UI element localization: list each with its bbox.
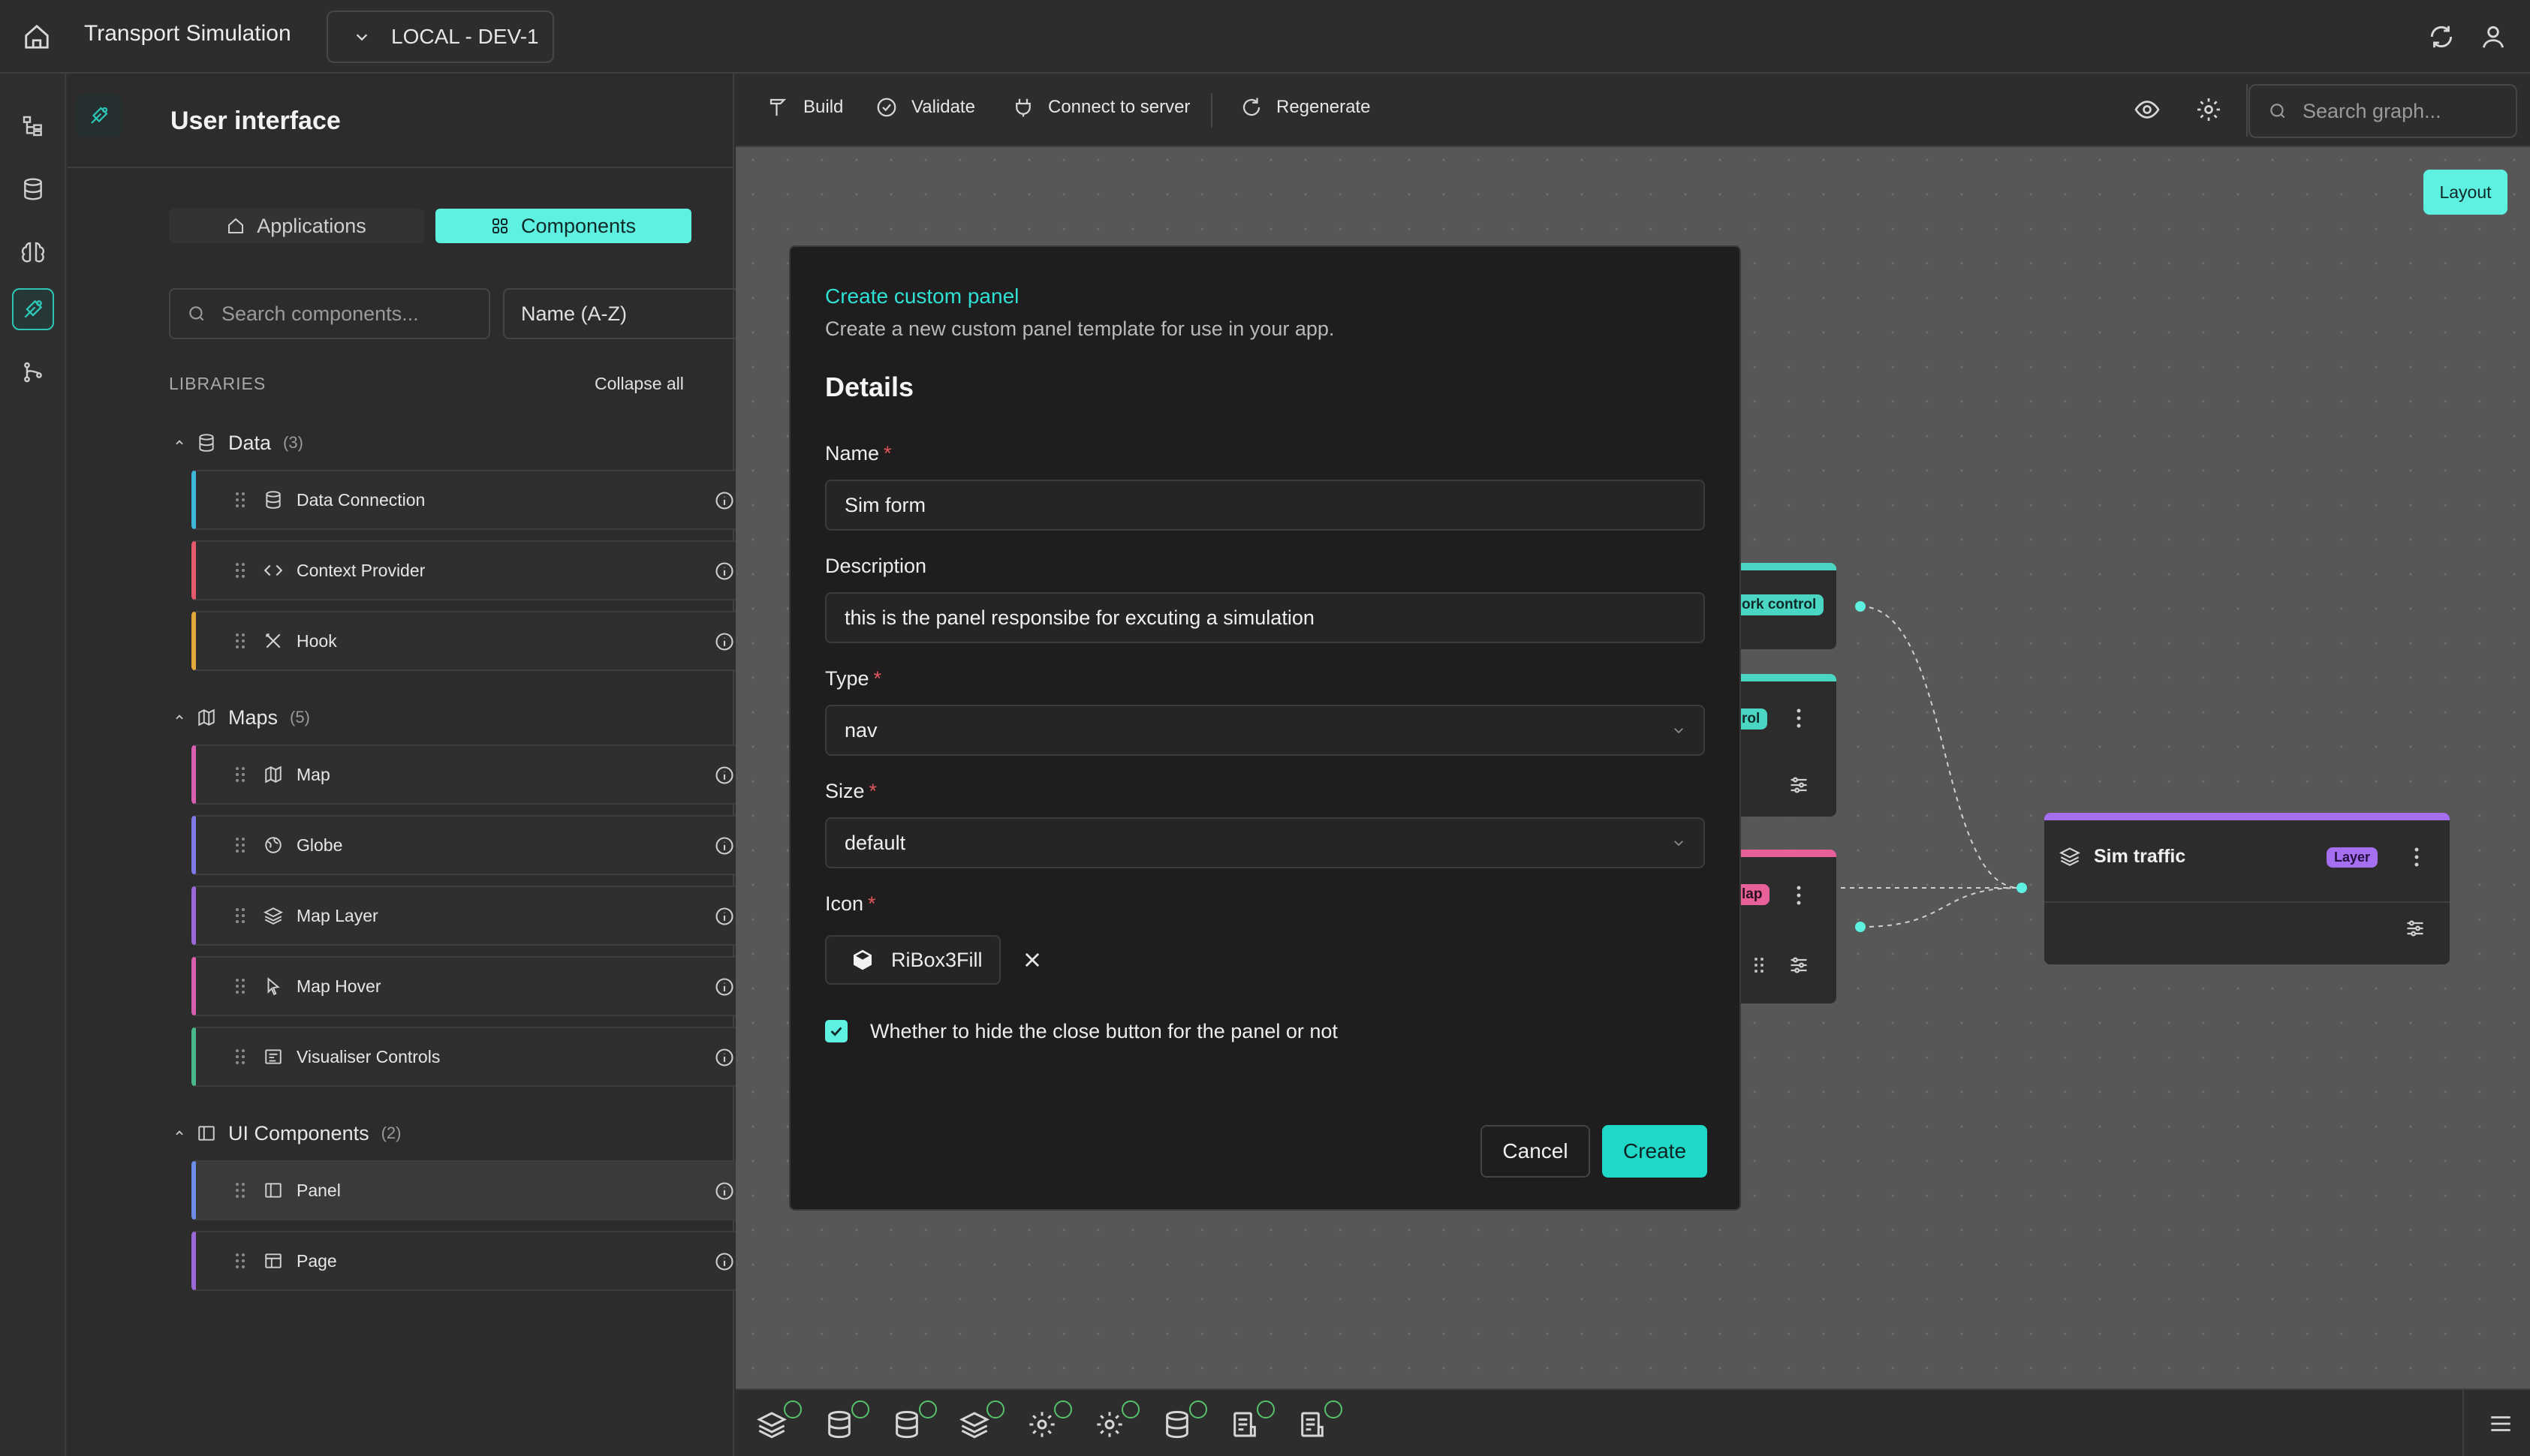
toolbar-divider	[2462, 1390, 2464, 1456]
box-3d-icon	[851, 948, 875, 972]
type-select[interactable]: nav	[825, 705, 1705, 756]
required-mark: *	[884, 442, 892, 465]
database-icon[interactable]	[892, 1400, 937, 1439]
hide-close-label: Whether to hide the close button for the…	[870, 1020, 1338, 1042]
graph-search-placeholder: Search graph...	[2303, 99, 2441, 122]
validate-button[interactable]: Validate	[875, 96, 975, 119]
search-icon	[2268, 101, 2288, 121]
layout-button[interactable]: Layout	[2423, 170, 2507, 215]
eye-icon[interactable]	[2134, 96, 2161, 123]
icon-picker-button[interactable]: RiBox3Fill	[825, 935, 1001, 985]
type-select-value: nav	[845, 718, 878, 742]
graph-search-input[interactable]: Search graph...	[2248, 84, 2517, 138]
check-badge-icon	[919, 1400, 937, 1418]
connect-button[interactable]: Connect to server	[1012, 96, 1190, 119]
icon-label-text: Icon	[825, 892, 864, 915]
bottom-toolbar	[736, 1388, 2530, 1456]
description-field-value: this is the panel responsibe for excutin…	[845, 606, 1315, 629]
create-panel-dialog: Create custom panel Create a new custom …	[789, 245, 1741, 1211]
close-icon[interactable]	[1022, 949, 1043, 970]
gear-icon[interactable]	[1027, 1400, 1072, 1439]
check-circle-icon	[875, 96, 898, 119]
check-badge-icon	[851, 1400, 869, 1418]
validate-label: Validate	[911, 97, 975, 117]
build-button[interactable]: Build	[767, 96, 843, 119]
node-tag: ork control	[1734, 594, 1824, 615]
regenerate-button[interactable]: Regenerate	[1240, 96, 1370, 119]
refresh-icon	[1240, 96, 1263, 119]
gear-icon[interactable]	[2195, 96, 2222, 123]
chevron-down-icon	[1672, 723, 1685, 737]
check-badge-icon	[784, 1400, 802, 1418]
layers-icon	[2059, 846, 2080, 867]
dialog-subtitle: Create a new custom panel template for u…	[825, 317, 1335, 340]
check-badge-icon	[986, 1400, 1004, 1418]
type-label-text: Type	[825, 667, 869, 690]
menu-icon[interactable]	[2488, 1411, 2513, 1436]
document-list-icon[interactable]	[1297, 1400, 1342, 1439]
type-label: Type *	[825, 667, 881, 690]
plug-icon	[1012, 96, 1035, 119]
dialog-title: Create custom panel	[825, 284, 1020, 308]
size-select[interactable]: default	[825, 817, 1705, 868]
check-badge-icon	[1122, 1400, 1140, 1418]
check-badge-icon	[1054, 1400, 1072, 1418]
cancel-button[interactable]: Cancel	[1480, 1125, 1590, 1178]
size-label: Size *	[825, 780, 877, 803]
size-label-text: Size	[825, 780, 865, 802]
chevron-down-icon	[1672, 836, 1685, 850]
icon-picker-value: RiBox3Fill	[891, 948, 983, 971]
name-field[interactable]: Sim form	[825, 480, 1705, 531]
required-mark: *	[869, 780, 878, 802]
database-icon[interactable]	[824, 1400, 869, 1439]
layers-icon[interactable]	[757, 1400, 802, 1439]
name-label: Name *	[825, 442, 892, 465]
regenerate-label: Regenerate	[1276, 97, 1371, 117]
toolbar-divider	[1211, 93, 1212, 128]
sim-traffic-node[interactable]: Sim traffic Layer	[2044, 813, 2450, 964]
sliders-icon[interactable]	[2405, 918, 2426, 939]
required-mark: *	[873, 667, 882, 690]
node-accent-bar	[2044, 813, 2450, 820]
node-tag: Layer	[2327, 847, 2378, 868]
build-label: Build	[803, 97, 844, 117]
check-badge-icon	[1324, 1400, 1342, 1418]
create-button[interactable]: Create	[1602, 1125, 1707, 1178]
document-list-icon[interactable]	[1230, 1400, 1275, 1439]
name-label-text: Name	[825, 442, 880, 465]
layers-icon[interactable]	[959, 1400, 1004, 1439]
more-vertical-icon[interactable]	[1794, 707, 1803, 730]
more-vertical-icon[interactable]	[1794, 884, 1803, 907]
check-badge-icon	[1257, 1400, 1275, 1418]
name-field-value: Sim form	[845, 493, 926, 516]
description-label: Description	[825, 555, 927, 577]
toolbar-divider	[2246, 84, 2248, 137]
more-vertical-icon[interactable]	[2412, 846, 2421, 868]
database-icon[interactable]	[1162, 1400, 1207, 1439]
sliders-icon[interactable]	[1788, 775, 1809, 796]
sliders-icon[interactable]	[1788, 955, 1809, 976]
node-title: Sim traffic	[2094, 846, 2186, 867]
drag-handle-icon[interactable]	[1754, 956, 1764, 974]
gear-icon[interactable]	[1095, 1400, 1140, 1439]
hide-close-checkbox[interactable]	[825, 1020, 848, 1042]
description-field[interactable]: this is the panel responsibe for excutin…	[825, 592, 1705, 643]
required-mark: *	[868, 892, 876, 915]
check-badge-icon	[1189, 1400, 1207, 1418]
hammer-icon	[767, 96, 790, 119]
connect-label: Connect to server	[1048, 97, 1191, 117]
section-heading: Details	[825, 372, 914, 402]
icon-label: Icon *	[825, 892, 876, 916]
node-divider	[2044, 901, 2450, 903]
size-select-value: default	[845, 831, 906, 854]
